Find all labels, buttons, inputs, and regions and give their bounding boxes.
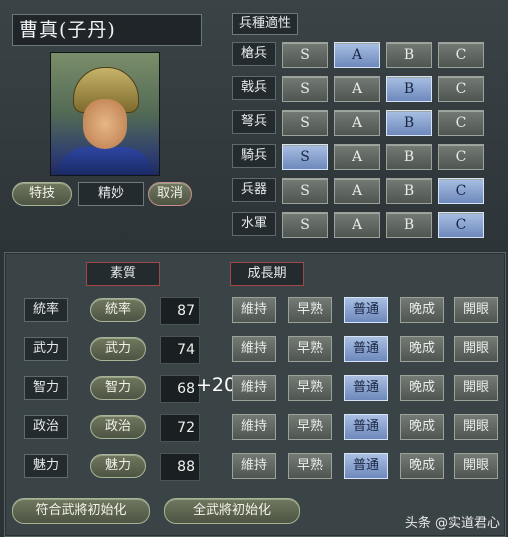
growth-button[interactable]: 普通: [344, 297, 388, 323]
init-matching-general-button[interactable]: 符合武將初始化: [12, 498, 150, 524]
growth-button[interactable]: 開眼: [454, 414, 498, 440]
grade-button-c[interactable]: C: [438, 178, 484, 204]
quality-header: 素質: [86, 262, 160, 286]
growth-button[interactable]: 早熟: [288, 375, 332, 401]
troop-label: 兵器: [232, 178, 276, 202]
grade-button-s[interactable]: S: [282, 42, 328, 68]
growth-button[interactable]: 普通: [344, 375, 388, 401]
stat-value: 87: [160, 297, 200, 325]
grade-button-c[interactable]: C: [438, 110, 484, 136]
troop-label: 騎兵: [232, 144, 276, 168]
general-name: 曹真(子丹): [12, 14, 202, 46]
portrait-face: [83, 99, 127, 149]
growth-button[interactable]: 普通: [344, 336, 388, 362]
cancel-skill-button[interactable]: 取消: [148, 182, 192, 206]
growth-button[interactable]: 維持: [232, 414, 276, 440]
stat-label: 政治: [24, 415, 68, 439]
growth-button[interactable]: 普通: [344, 453, 388, 479]
skill-value: 精妙: [78, 182, 144, 206]
growth-button[interactable]: 維持: [232, 297, 276, 323]
troop-label: 戟兵: [232, 76, 276, 100]
growth-button[interactable]: 開眼: [454, 336, 498, 362]
grade-button-s[interactable]: S: [282, 212, 328, 238]
growth-button[interactable]: 晚成: [400, 414, 444, 440]
grade-button-a[interactable]: A: [334, 42, 380, 68]
grade-button-s[interactable]: S: [282, 76, 328, 102]
growth-button[interactable]: 維持: [232, 375, 276, 401]
troop-aptitude-header: 兵種適性: [232, 13, 299, 35]
grade-button-b[interactable]: B: [386, 42, 432, 68]
stat-value: 72: [160, 414, 200, 442]
grade-button-a[interactable]: A: [334, 178, 380, 204]
stat-button[interactable]: 政治: [90, 415, 146, 439]
growth-button[interactable]: 早熟: [288, 414, 332, 440]
grade-button-b[interactable]: B: [386, 76, 432, 102]
troop-label: 水軍: [232, 212, 276, 236]
grade-button-a[interactable]: A: [334, 110, 380, 136]
stat-button[interactable]: 武力: [90, 337, 146, 361]
stat-value: 68: [160, 375, 200, 403]
stat-bonus: +20: [196, 374, 237, 396]
grade-button-s[interactable]: S: [282, 144, 328, 170]
stat-value: 74: [160, 336, 200, 364]
grade-button-b[interactable]: B: [386, 144, 432, 170]
stat-label: 武力: [24, 337, 68, 361]
portrait-armor: [57, 147, 153, 175]
troop-label: 弩兵: [232, 110, 276, 134]
troop-label: 槍兵: [232, 42, 276, 66]
grade-button-c[interactable]: C: [438, 212, 484, 238]
growth-button[interactable]: 開眼: [454, 297, 498, 323]
init-all-general-button[interactable]: 全武將初始化: [164, 498, 300, 524]
grade-button-b[interactable]: B: [386, 178, 432, 204]
grade-button-b[interactable]: B: [386, 212, 432, 238]
stat-label: 魅力: [24, 454, 68, 478]
grade-button-c[interactable]: C: [438, 76, 484, 102]
growth-button[interactable]: 維持: [232, 453, 276, 479]
stat-value: 88: [160, 453, 200, 481]
growth-header: 成長期: [230, 262, 304, 286]
growth-button[interactable]: 早熟: [288, 336, 332, 362]
stat-button[interactable]: 統率: [90, 298, 146, 322]
growth-button[interactable]: 普通: [344, 414, 388, 440]
growth-button[interactable]: 開眼: [454, 375, 498, 401]
growth-button[interactable]: 早熟: [288, 297, 332, 323]
grade-button-s[interactable]: S: [282, 110, 328, 136]
skill-button[interactable]: 特技: [12, 182, 72, 206]
growth-button[interactable]: 晚成: [400, 297, 444, 323]
growth-button[interactable]: 晚成: [400, 336, 444, 362]
growth-button[interactable]: 早熟: [288, 453, 332, 479]
grade-button-a[interactable]: A: [334, 212, 380, 238]
stat-button[interactable]: 魅力: [90, 454, 146, 478]
stat-label: 智力: [24, 376, 68, 400]
grade-button-s[interactable]: S: [282, 178, 328, 204]
watermark: 头条 @实道君心: [404, 516, 500, 531]
stat-label: 統率: [24, 298, 68, 322]
grade-button-b[interactable]: B: [386, 110, 432, 136]
general-portrait: [50, 52, 160, 176]
growth-button[interactable]: 晚成: [400, 375, 444, 401]
grade-button-a[interactable]: A: [334, 144, 380, 170]
stat-button[interactable]: 智力: [90, 376, 146, 400]
grade-button-a[interactable]: A: [334, 76, 380, 102]
grade-button-c[interactable]: C: [438, 144, 484, 170]
growth-button[interactable]: 維持: [232, 336, 276, 362]
growth-button[interactable]: 晚成: [400, 453, 444, 479]
growth-button[interactable]: 開眼: [454, 453, 498, 479]
grade-button-c[interactable]: C: [438, 42, 484, 68]
